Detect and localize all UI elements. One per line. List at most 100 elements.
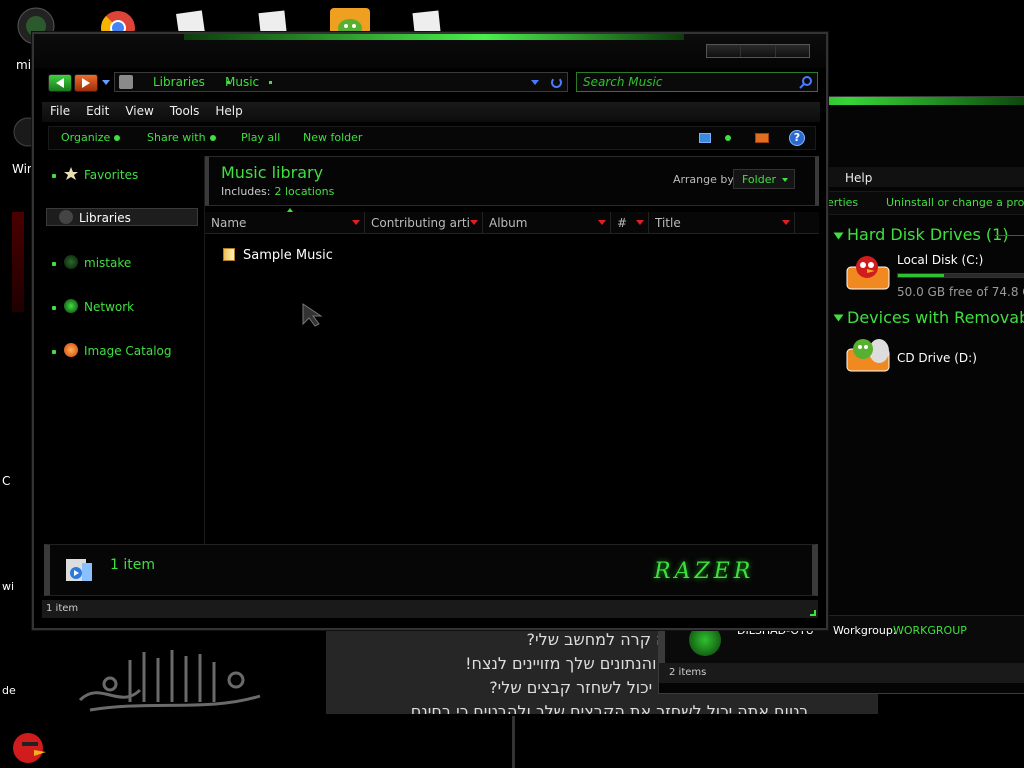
nav-item-network[interactable]: Network [42, 298, 200, 316]
mouse-cursor-icon [301, 302, 325, 328]
column-album[interactable]: Album [483, 212, 611, 234]
organize-button[interactable]: Organize [61, 131, 121, 144]
desktop-label-de: de [2, 684, 16, 697]
menu-bar: File Edit View Tools Help [42, 102, 820, 122]
menu-help[interactable]: Help [207, 102, 250, 122]
column-contributing-artists[interactable]: Contributing arti... [365, 212, 483, 234]
workgroup-value: WORKGROUP [893, 624, 967, 637]
window-accent-bar [184, 34, 684, 40]
cd-drive-name[interactable]: CD Drive (D:) [897, 351, 977, 365]
column-label: Name [211, 216, 247, 230]
forward-button[interactable] [74, 74, 98, 92]
column-name[interactable]: Name [205, 212, 365, 234]
new-folder-button[interactable]: New folder [303, 131, 362, 144]
status-bar: 1 item [42, 600, 818, 618]
library-icon [59, 210, 73, 224]
resize-grip-icon[interactable] [810, 610, 816, 616]
view-dropdown-dot-icon[interactable] [725, 135, 731, 141]
user-folder-icon [64, 255, 78, 269]
nav-item-favorites[interactable]: Favorites [42, 166, 200, 184]
expand-icon[interactable] [52, 174, 56, 178]
taskbar-divider [512, 716, 515, 768]
library-includes: Includes: 2 locations [221, 185, 334, 198]
group-header-hard-disk[interactable]: Hard Disk Drives (1) [847, 225, 1009, 244]
command-bar: Organize Share with Play all New folder … [48, 126, 816, 150]
breadcrumb-music[interactable]: Music [225, 75, 259, 89]
column-dropdown-icon[interactable] [782, 220, 790, 225]
file-name: Sample Music [243, 248, 333, 263]
library-header: Music library Includes: 2 locations Arran… [205, 156, 819, 206]
help-icon[interactable]: ? [789, 130, 805, 146]
razer-logo: RAZER [654, 559, 755, 584]
workgroup-label: Workgroup: [833, 624, 897, 637]
group-header-removable[interactable]: Devices with Removable S [847, 308, 1024, 327]
arrange-by-value: Folder [742, 173, 776, 186]
menu-edit[interactable]: Edit [78, 102, 117, 122]
column-dropdown-icon[interactable] [598, 220, 606, 225]
desktop-red-strip [12, 212, 24, 312]
close-button[interactable] [775, 45, 809, 57]
nav-item-label: Image Catalog [84, 344, 172, 358]
item-count: 1 item [110, 557, 155, 573]
locations-link[interactable]: 2 locations [274, 185, 334, 198]
calligraphy-decoration [78, 650, 261, 712]
search-box[interactable] [576, 72, 818, 92]
music-library-icon [64, 555, 94, 585]
local-disk-icon[interactable] [845, 253, 893, 293]
text-line: בטוח אתה יכול לשחזר את הקבצים שלך ולהבטי… [395, 702, 809, 714]
nav-item-image-catalog[interactable]: Image Catalog [42, 342, 200, 360]
caption-buttons [706, 44, 810, 58]
organize-label: Organize [61, 131, 111, 144]
nav-item-mistake[interactable]: mistake [42, 254, 200, 272]
breadcrumb-libraries[interactable]: Libraries [153, 75, 205, 89]
local-disk-name[interactable]: Local Disk (C:) [897, 253, 983, 267]
minimize-button[interactable] [707, 45, 742, 57]
column-dropdown-icon[interactable] [470, 220, 478, 225]
arrange-by-dropdown[interactable]: Folder [733, 169, 795, 189]
expand-icon[interactable] [52, 350, 56, 354]
recent-pages-chevron-icon[interactable] [102, 80, 110, 85]
nav-item-libraries[interactable]: Libraries [46, 208, 198, 226]
angry-bird-icon[interactable] [8, 726, 52, 766]
address-dropdown-icon[interactable] [531, 80, 539, 85]
preview-pane-icon[interactable] [755, 133, 769, 143]
menu-tools[interactable]: Tools [162, 102, 208, 122]
includes-label: Includes: [221, 185, 271, 198]
maximize-button[interactable] [741, 45, 776, 57]
network-icon [64, 299, 78, 313]
column-number[interactable]: # [611, 212, 649, 234]
expand-icon[interactable] [52, 262, 56, 266]
disk-usage-fill [898, 274, 944, 277]
expand-arrow-icon[interactable] [833, 232, 844, 240]
refresh-icon[interactable] [551, 77, 562, 88]
nav-item-label: Favorites [84, 168, 139, 182]
desktop: mis Win C wi de מה קרה למחשב שלי? כל הקב… [0, 0, 1024, 768]
menu-help[interactable]: Help [837, 169, 880, 185]
nav-item-label: Network [84, 300, 135, 314]
search-icon[interactable] [799, 75, 813, 89]
cd-drive-icon[interactable] [845, 335, 893, 375]
address-bar[interactable]: Libraries Music [114, 72, 568, 92]
explorer-window[interactable]: Libraries Music File Edit View Tools Hel… [32, 32, 828, 630]
menu-file[interactable]: File [42, 102, 78, 122]
expand-arrow-icon[interactable] [833, 314, 844, 322]
menu-view[interactable]: View [117, 102, 161, 122]
column-title[interactable]: Title [649, 212, 795, 234]
chevron-down-icon [782, 178, 788, 182]
expand-icon[interactable] [52, 306, 56, 310]
play-all-button[interactable]: Play all [241, 131, 280, 144]
share-with-button[interactable]: Share with [147, 131, 216, 144]
library-title: Music library [221, 163, 324, 182]
content-pane: Music library Includes: 2 locations Arran… [204, 156, 819, 544]
menu-bar: Help [829, 167, 1024, 187]
view-options-icon[interactable] [699, 133, 711, 143]
arrange-by-label: Arrange by: [673, 173, 737, 186]
dropdown-dot-icon [209, 135, 216, 141]
column-dropdown-icon[interactable] [352, 220, 360, 225]
back-button[interactable] [48, 74, 72, 92]
search-input[interactable] [583, 74, 793, 90]
column-dropdown-icon[interactable] [636, 220, 644, 225]
star-icon [64, 167, 78, 181]
uninstall-command[interactable]: Uninstall or change a program [886, 196, 1024, 209]
share-with-label: Share with [147, 131, 206, 144]
